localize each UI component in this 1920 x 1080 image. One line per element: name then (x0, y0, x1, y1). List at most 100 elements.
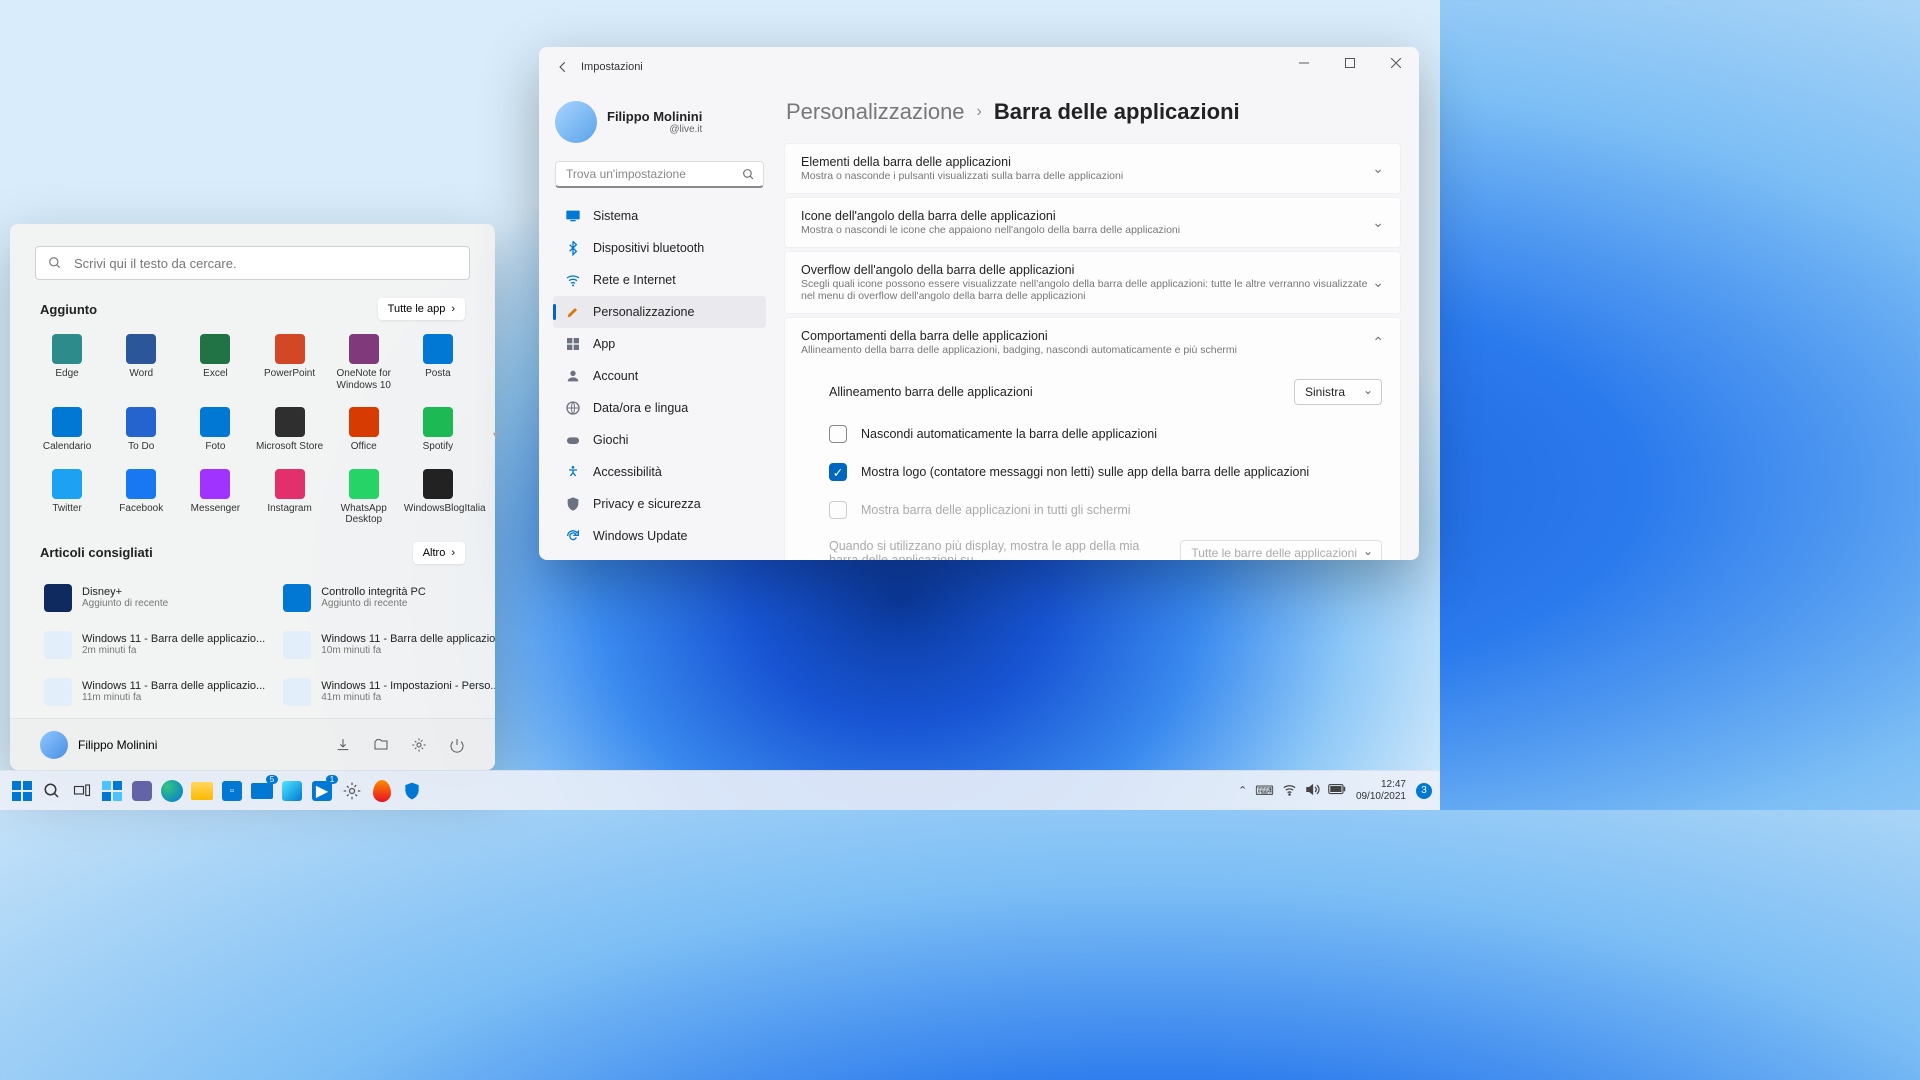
app-tile[interactable]: Twitter (30, 463, 104, 532)
app-icon (126, 334, 156, 364)
start-search[interactable]: Scrivi qui il testo da cercare. (35, 246, 470, 280)
recommended-sub: Aggiunto di recente (82, 598, 265, 609)
nav-icon (565, 432, 581, 448)
power-icon[interactable] (449, 737, 465, 753)
nav-item-personalizzazione[interactable]: Personalizzazione (553, 296, 766, 328)
search-icon (742, 168, 755, 181)
settings-search[interactable]: Trova un'impostazione (555, 161, 764, 188)
documents-icon[interactable] (373, 737, 389, 753)
paint-button[interactable] (368, 777, 396, 805)
sidebar-user[interactable]: Filippo Molinini @live.it (553, 95, 766, 157)
notification-count[interactable]: 3 (1416, 783, 1432, 799)
system-tray[interactable]: ⌃ ⌨ (1238, 782, 1346, 800)
setting-card[interactable]: Overflow dell'angolo della barra delle a… (784, 251, 1401, 314)
auto-hide-checkbox[interactable] (829, 425, 847, 443)
nav-item-app[interactable]: App (553, 328, 766, 360)
all-apps-button[interactable]: Tutte le app › (378, 298, 465, 320)
setting-card[interactable]: Elementi della barra delle applicazioniM… (784, 143, 1401, 194)
movies-button[interactable]: ▶1 (308, 777, 336, 805)
taskbar-clock[interactable]: 12:47 09/10/2021 (1356, 779, 1406, 803)
movies-badge: 1 (326, 775, 338, 784)
recommended-item[interactable]: Windows 11 - Impostazioni - Perso...41m … (279, 671, 495, 712)
app-tile[interactable]: Excel (178, 328, 252, 397)
all-displays-row: Mostra barra delle applicazioni in tutti… (785, 491, 1400, 529)
settings-icon[interactable] (411, 737, 427, 753)
breadcrumb-parent[interactable]: Personalizzazione (786, 99, 965, 125)
window-title: Impostazioni (581, 61, 643, 73)
widgets-button[interactable] (98, 777, 126, 805)
downloads-icon[interactable] (335, 737, 351, 753)
start-button[interactable] (8, 777, 36, 805)
app-tile[interactable]: Microsoft Store (252, 401, 326, 459)
recommended-item[interactable]: Windows 11 - Barra delle applicazio...10… (279, 624, 495, 665)
teams-button[interactable] (128, 777, 156, 805)
keyboard-icon[interactable]: ⌨ (1255, 783, 1274, 799)
recommended-item[interactable]: Disney+Aggiunto di recente (40, 578, 269, 619)
start-user-button[interactable]: Filippo Molinini (40, 731, 157, 759)
app-tile[interactable]: Calendario (30, 401, 104, 459)
app-tile[interactable]: To Do (104, 401, 178, 459)
maximize-button[interactable] (1327, 47, 1373, 79)
nav-item-privacy-e-sicurezza[interactable]: Privacy e sicurezza (553, 488, 766, 520)
wifi-icon[interactable] (1282, 782, 1297, 800)
task-view-button[interactable] (68, 777, 96, 805)
chevron-up-icon[interactable]: ⌃ (1238, 784, 1247, 797)
badges-checkbox[interactable]: ✓ (829, 463, 847, 481)
app-tile[interactable]: WindowsBlogItalia (401, 463, 475, 532)
close-button[interactable] (1373, 47, 1419, 79)
nav-item-rete-e-internet[interactable]: Rete e Internet (553, 264, 766, 296)
app-tile[interactable]: Foto (178, 401, 252, 459)
app-tile[interactable]: PowerPoint (252, 328, 326, 397)
recommended-title: Controllo integrità PC (321, 586, 495, 598)
app-tile[interactable]: Facebook (104, 463, 178, 532)
app-tile[interactable]: Instagram (252, 463, 326, 532)
nav-item-windows-update[interactable]: Windows Update (553, 520, 766, 552)
app-tile[interactable]: Edge (30, 328, 104, 397)
volume-icon[interactable] (1305, 782, 1320, 800)
recommended-item[interactable]: Windows 11 - Barra delle applicazio...2m… (40, 624, 269, 665)
app-tile[interactable]: WhatsApp Desktop (327, 463, 401, 532)
recommended-item[interactable]: Windows 11 - Barra delle applicazio...11… (40, 671, 269, 712)
nav-item-sistema[interactable]: Sistema (553, 200, 766, 232)
mail-button[interactable]: 5 (248, 777, 276, 805)
setting-card[interactable]: Icone dell'angolo della barra delle appl… (784, 197, 1401, 248)
auto-hide-row[interactable]: Nascondi automaticamente la barra delle … (785, 415, 1400, 453)
nav-item-accessibilit-[interactable]: Accessibilità (553, 456, 766, 488)
nav-item-giochi[interactable]: Giochi (553, 424, 766, 456)
avatar (40, 731, 68, 759)
recommended-sub: 41m minuti fa (321, 692, 495, 703)
setting-card[interactable]: Comportamenti della barra delle applicaz… (784, 317, 1401, 368)
app-tile[interactable]: Posta (401, 328, 475, 397)
nav-item-data-ora-e-lingua[interactable]: Data/ora e lingua (553, 392, 766, 424)
app-tile[interactable]: Messenger (178, 463, 252, 532)
app-tile[interactable]: Word (104, 328, 178, 397)
nav-item-account[interactable]: Account (553, 360, 766, 392)
edge-button[interactable] (158, 777, 186, 805)
minimize-button[interactable] (1281, 47, 1327, 79)
store-button[interactable]: ▫ (218, 777, 246, 805)
recommended-sub: 2m minuti fa (82, 645, 265, 656)
app-label: Twitter (52, 503, 81, 515)
search-button[interactable] (38, 777, 66, 805)
badges-row[interactable]: ✓ Mostra logo (contatore messaggi non le… (785, 453, 1400, 491)
app-icon (126, 407, 156, 437)
explorer-button[interactable] (188, 777, 216, 805)
app-icon (423, 407, 453, 437)
app-tile[interactable]: OneNote for Windows 10 (327, 328, 401, 397)
app-tile[interactable]: Spotify (401, 401, 475, 459)
alignment-select[interactable]: Sinistra (1294, 379, 1382, 405)
nav-item-dispositivi-bluetooth[interactable]: Dispositivi bluetooth (553, 232, 766, 264)
back-button[interactable] (547, 51, 579, 83)
security-button[interactable] (398, 777, 426, 805)
card-title: Comportamenti della barra delle applicaz… (801, 329, 1237, 343)
recommended-item[interactable]: Controllo integrità PCAggiunto di recent… (279, 578, 495, 619)
app-label: Posta (425, 368, 451, 380)
auto-hide-label: Nascondi automaticamente la barra delle … (861, 427, 1157, 441)
app-tile[interactable]: Office (327, 401, 401, 459)
battery-icon[interactable] (1328, 783, 1346, 798)
nav-icon (565, 400, 581, 416)
settings-button[interactable] (338, 777, 366, 805)
app-icon (275, 334, 305, 364)
photos-button[interactable] (278, 777, 306, 805)
recommended-more-button[interactable]: Altro › (413, 542, 465, 564)
